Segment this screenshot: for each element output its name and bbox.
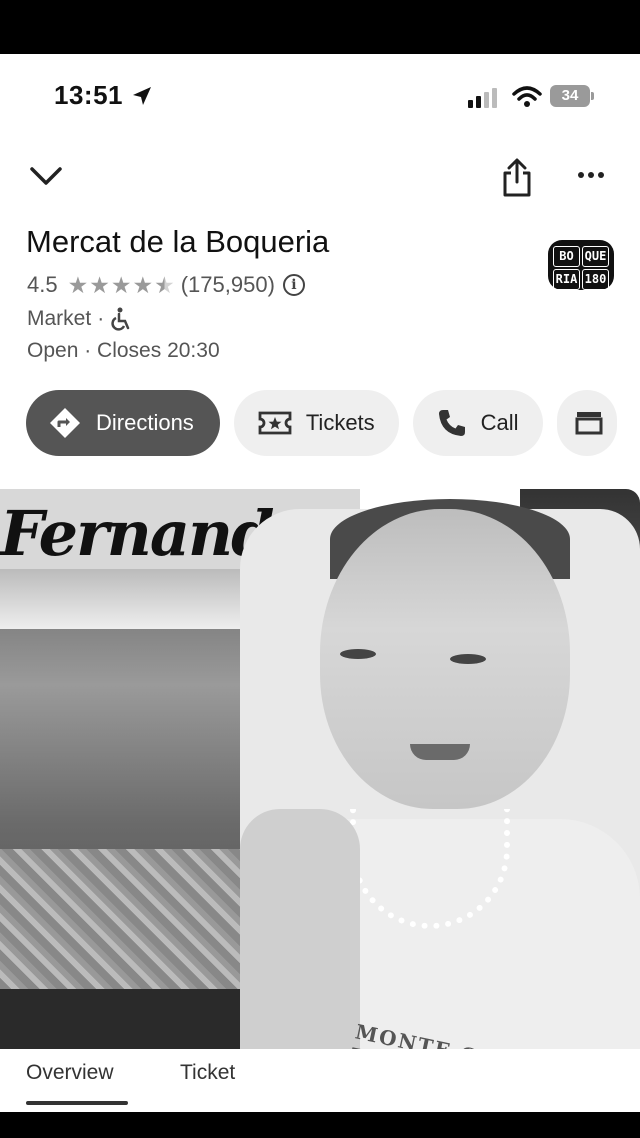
tickets-button[interactable]: Tickets <box>233 390 399 456</box>
review-count: (175,950) <box>180 272 275 297</box>
separator-dot: · <box>84 339 98 362</box>
star-icon: ★ <box>67 271 89 298</box>
location-arrow-icon <box>133 87 151 105</box>
star-icon: ★ <box>132 271 154 298</box>
ticket-icon <box>258 411 292 435</box>
logo-text: RIA <box>553 269 580 290</box>
person-eye <box>340 649 376 659</box>
open-status: Open <box>27 339 79 362</box>
wifi-icon <box>512 86 542 107</box>
market-sign-text: Fernand <box>0 497 274 570</box>
separator-dot: · <box>97 307 105 330</box>
logo-text: BO <box>553 246 580 267</box>
action-buttons: Directions Tickets Call <box>26 390 617 456</box>
half-star-icon: ★ <box>154 271 175 298</box>
rating-stars: ★ ★ ★ ★ ★ <box>67 271 175 298</box>
store-button[interactable] <box>556 390 617 456</box>
star-icon: ★ <box>89 271 110 298</box>
directions-label: Directions <box>96 410 194 435</box>
store-icon <box>575 412 603 435</box>
hours-row[interactable]: Open · Closes 20:30 <box>27 339 220 363</box>
video-overlay-person: MONTE CARLO TENNIS <box>240 489 640 1049</box>
place-category: Market <box>27 307 92 330</box>
rating-row[interactable]: 4.5 ★ ★ ★ ★ ★ (175,950) i <box>27 272 305 298</box>
cellular-signal-icon <box>468 88 497 108</box>
top-bezel <box>0 0 640 54</box>
status-time: 13:51 <box>54 80 123 110</box>
maps-place-sheet: 13:51 34 Mercat de la Boqueria BO QUE RI… <box>0 54 640 1112</box>
more-options-icon[interactable] <box>578 172 604 178</box>
person-face <box>320 509 570 809</box>
status-bar: 13:51 34 <box>0 54 640 138</box>
logo-text: 180 <box>582 269 609 290</box>
person-eye <box>450 654 486 664</box>
person-hand <box>240 809 360 1049</box>
share-icon[interactable] <box>500 158 534 198</box>
phone-icon <box>438 410 465 436</box>
call-button[interactable]: Call <box>412 390 543 456</box>
tickets-label: Tickets <box>305 410 375 435</box>
tab-overview[interactable]: Overview <box>26 1061 114 1085</box>
person-mouth <box>410 744 470 760</box>
place-logo[interactable]: BO QUE RIA 180 <box>548 240 614 290</box>
closing-time: Closes 20:30 <box>97 339 220 362</box>
tab-tickets[interactable]: Ticket <box>180 1061 235 1085</box>
battery-icon: 34 <box>550 85 590 107</box>
place-tabs: Overview Ticket <box>0 1049 240 1112</box>
rating-value: 4.5 <box>27 272 58 297</box>
chevron-down-icon[interactable] <box>28 164 64 188</box>
call-label: Call <box>480 410 519 435</box>
place-title: Mercat de la Boqueria <box>26 224 330 259</box>
star-icon: ★ <box>110 271 132 298</box>
active-tab-indicator <box>26 1101 128 1105</box>
directions-icon <box>50 408 80 438</box>
category-row: Market · <box>27 307 132 331</box>
directions-button[interactable]: Directions <box>26 390 220 456</box>
wheelchair-accessible-icon <box>111 307 130 331</box>
info-icon[interactable]: i <box>282 274 305 296</box>
logo-text: QUE <box>582 246 609 267</box>
battery-cap <box>591 92 594 100</box>
bottom-bezel <box>0 1112 640 1138</box>
place-photos[interactable]: Fernand MONTE CARLO TENNIS <box>0 489 640 1049</box>
